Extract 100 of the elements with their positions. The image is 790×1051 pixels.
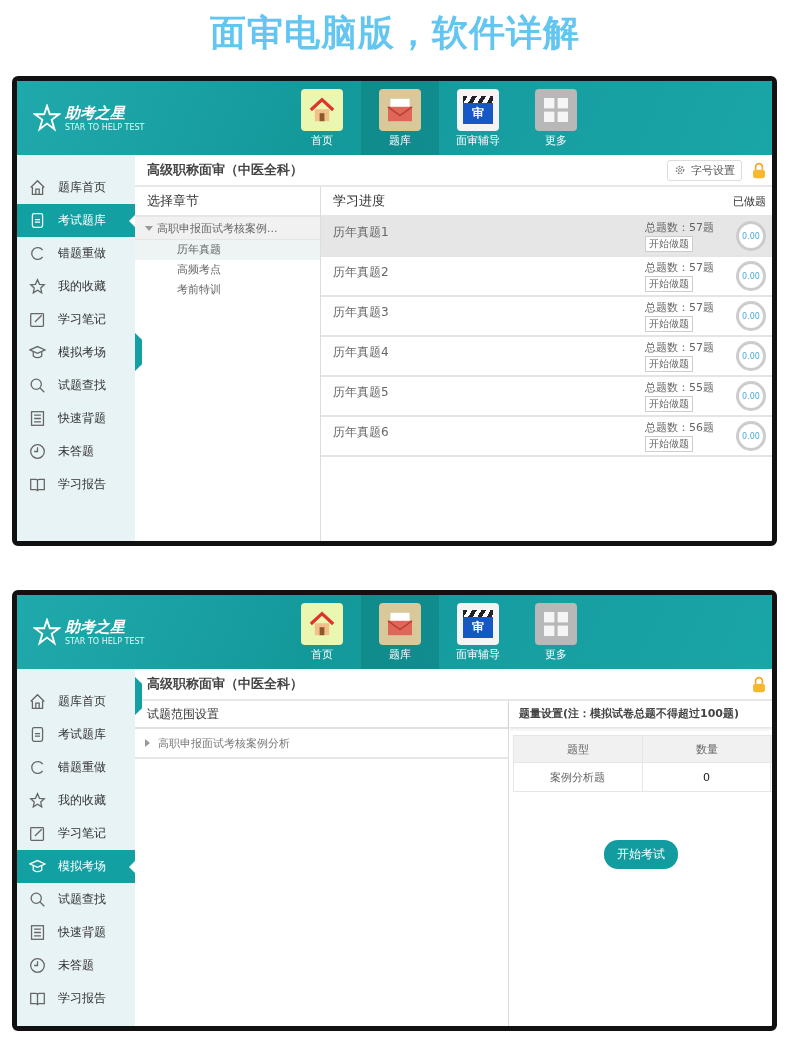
row-title: 历年真题6	[333, 424, 390, 441]
chapter-row[interactable]: 历年真题2 总题数：57题 开始做题 0.00	[321, 257, 772, 297]
chapter-row[interactable]: 历年真题3 总题数：57题 开始做题 0.00	[321, 297, 772, 337]
question-count: 总题数：56题	[645, 420, 714, 435]
tree-item[interactable]: 考前特训	[135, 280, 320, 300]
nav-tab[interactable]: 首页	[283, 81, 361, 155]
sidebar-item[interactable]: 学习笔记	[17, 303, 135, 336]
sidebar-item[interactable]: 学习报告	[17, 982, 135, 1015]
subject-title: 高级职称面审（中医全科）	[147, 161, 304, 179]
table-header: 数量	[642, 735, 771, 763]
nav-tab[interactable]: 首页	[283, 595, 361, 669]
document-icon	[29, 212, 46, 229]
nav-tab[interactable]: 审 面审辅导	[439, 595, 517, 669]
tree-item[interactable]: 历年真题	[135, 240, 320, 260]
start-button[interactable]: 开始做题	[645, 276, 693, 292]
tree-item[interactable]: 高职申报面试考核案例分析	[135, 729, 508, 759]
row-title: 历年真题4	[333, 344, 390, 361]
sidebar-item[interactable]: 学习报告	[17, 468, 135, 501]
star-icon	[29, 278, 46, 295]
nav-tab[interactable]: 题库	[361, 81, 439, 155]
column-header: 学习进度	[333, 192, 385, 210]
question-count: 总题数：57题	[645, 220, 714, 235]
sidebar-item[interactable]: 考试题库	[17, 718, 135, 751]
document-icon	[29, 726, 46, 743]
row-title: 历年真题1	[333, 224, 390, 241]
sidebar-toggle[interactable]	[135, 333, 142, 371]
sidebar-item[interactable]: 我的收藏	[17, 270, 135, 303]
logo-tagline: STAR TO HELP TEST	[65, 123, 145, 132]
sidebar-item[interactable]: 我的收藏	[17, 784, 135, 817]
clock-icon	[29, 957, 46, 974]
lock-icon	[752, 675, 766, 693]
nav-tab[interactable]: 题库	[361, 595, 439, 669]
tree-item[interactable]: 高频考点	[135, 260, 320, 280]
star-logo-icon	[33, 618, 61, 646]
subject-title: 高级职称面审（中医全科）	[147, 675, 304, 693]
start-button[interactable]: 开始做题	[645, 436, 693, 452]
sidebar-item[interactable]: 快速背题	[17, 916, 135, 949]
graduation-cap-icon	[29, 344, 46, 361]
start-button[interactable]: 开始做题	[645, 316, 693, 332]
panel-header: 题量设置(注：模拟试卷总题不得超过100题)	[509, 701, 772, 727]
book-icon	[29, 476, 46, 493]
clock-icon	[29, 443, 46, 460]
start-exam-button[interactable]: 开始考试	[603, 840, 678, 869]
progress-ring: 0.00	[736, 421, 766, 451]
sidebar-item[interactable]: 快速背题	[17, 402, 135, 435]
sidebar-item[interactable]: 试题查找	[17, 369, 135, 402]
question-count: 总题数：57题	[645, 340, 714, 355]
sidebar-item[interactable]: 未答题	[17, 435, 135, 468]
sidebar-toggle[interactable]	[135, 677, 142, 715]
progress-ring: 0.00	[736, 261, 766, 291]
progress-ring: 0.00	[736, 221, 766, 251]
question-count: 总题数：57题	[645, 260, 714, 275]
table-header: 题型	[513, 735, 643, 763]
sidebar-item[interactable]: 学习笔记	[17, 817, 135, 850]
table-cell: 0	[642, 762, 771, 792]
start-button[interactable]: 开始做题	[645, 396, 693, 412]
tree-item[interactable]: 高职申报面试考核案例...	[135, 217, 320, 240]
question-count: 总题数：55题	[645, 380, 714, 395]
progress-ring: 0.00	[736, 301, 766, 331]
settings-icon	[674, 164, 686, 176]
sidebar-item[interactable]: 题库首页	[17, 685, 135, 718]
sidebar-item[interactable]: 错题重做	[17, 751, 135, 784]
list-icon	[29, 924, 46, 941]
book-icon	[29, 990, 46, 1007]
chapter-row[interactable]: 历年真题5 总题数：55题 开始做题 0.00	[321, 377, 772, 417]
refresh-icon	[29, 759, 46, 776]
home-icon	[29, 693, 46, 710]
sidebar-item[interactable]: 未答题	[17, 949, 135, 982]
column-header: 已做题	[733, 193, 766, 209]
logo-name: 助考之星	[65, 104, 127, 123]
edit-icon	[29, 825, 46, 842]
row-title: 历年真题3	[333, 304, 390, 321]
sidebar-item[interactable]: 题库首页	[17, 171, 135, 204]
page-title: 面审电脑版，软件详解	[209, 11, 581, 55]
chapter-row[interactable]: 历年真题1 总题数：57题 开始做题 0.00	[321, 217, 772, 257]
row-title: 历年真题2	[333, 264, 390, 281]
progress-ring: 0.00	[736, 381, 766, 411]
progress-ring: 0.00	[736, 341, 766, 371]
start-button[interactable]: 开始做题	[645, 236, 693, 252]
question-count: 总题数：57题	[645, 300, 714, 315]
home-icon	[29, 179, 46, 196]
row-title: 历年真题5	[333, 384, 390, 401]
search-icon	[29, 891, 46, 908]
font-size-button[interactable]: 字号设置	[667, 159, 742, 181]
sidebar-item[interactable]: 模拟考场	[17, 336, 135, 369]
nav-tab[interactable]: 审 面审辅导	[439, 81, 517, 155]
graduation-cap-icon	[29, 858, 46, 875]
start-button[interactable]: 开始做题	[645, 356, 693, 372]
logo-name: 助考之星	[65, 618, 127, 637]
chapter-row[interactable]: 历年真题6 总题数：56题 开始做题 0.00	[321, 417, 772, 457]
lock-icon	[752, 161, 766, 179]
refresh-icon	[29, 245, 46, 262]
list-icon	[29, 410, 46, 427]
chapter-row[interactable]: 历年真题4 总题数：57题 开始做题 0.00	[321, 337, 772, 377]
edit-icon	[29, 311, 46, 328]
table-cell: 案例分析题	[513, 762, 643, 792]
sidebar-item[interactable]: 错题重做	[17, 237, 135, 270]
star-logo-icon	[33, 104, 61, 132]
sidebar-item[interactable]: 试题查找	[17, 883, 135, 916]
search-icon	[29, 377, 46, 394]
